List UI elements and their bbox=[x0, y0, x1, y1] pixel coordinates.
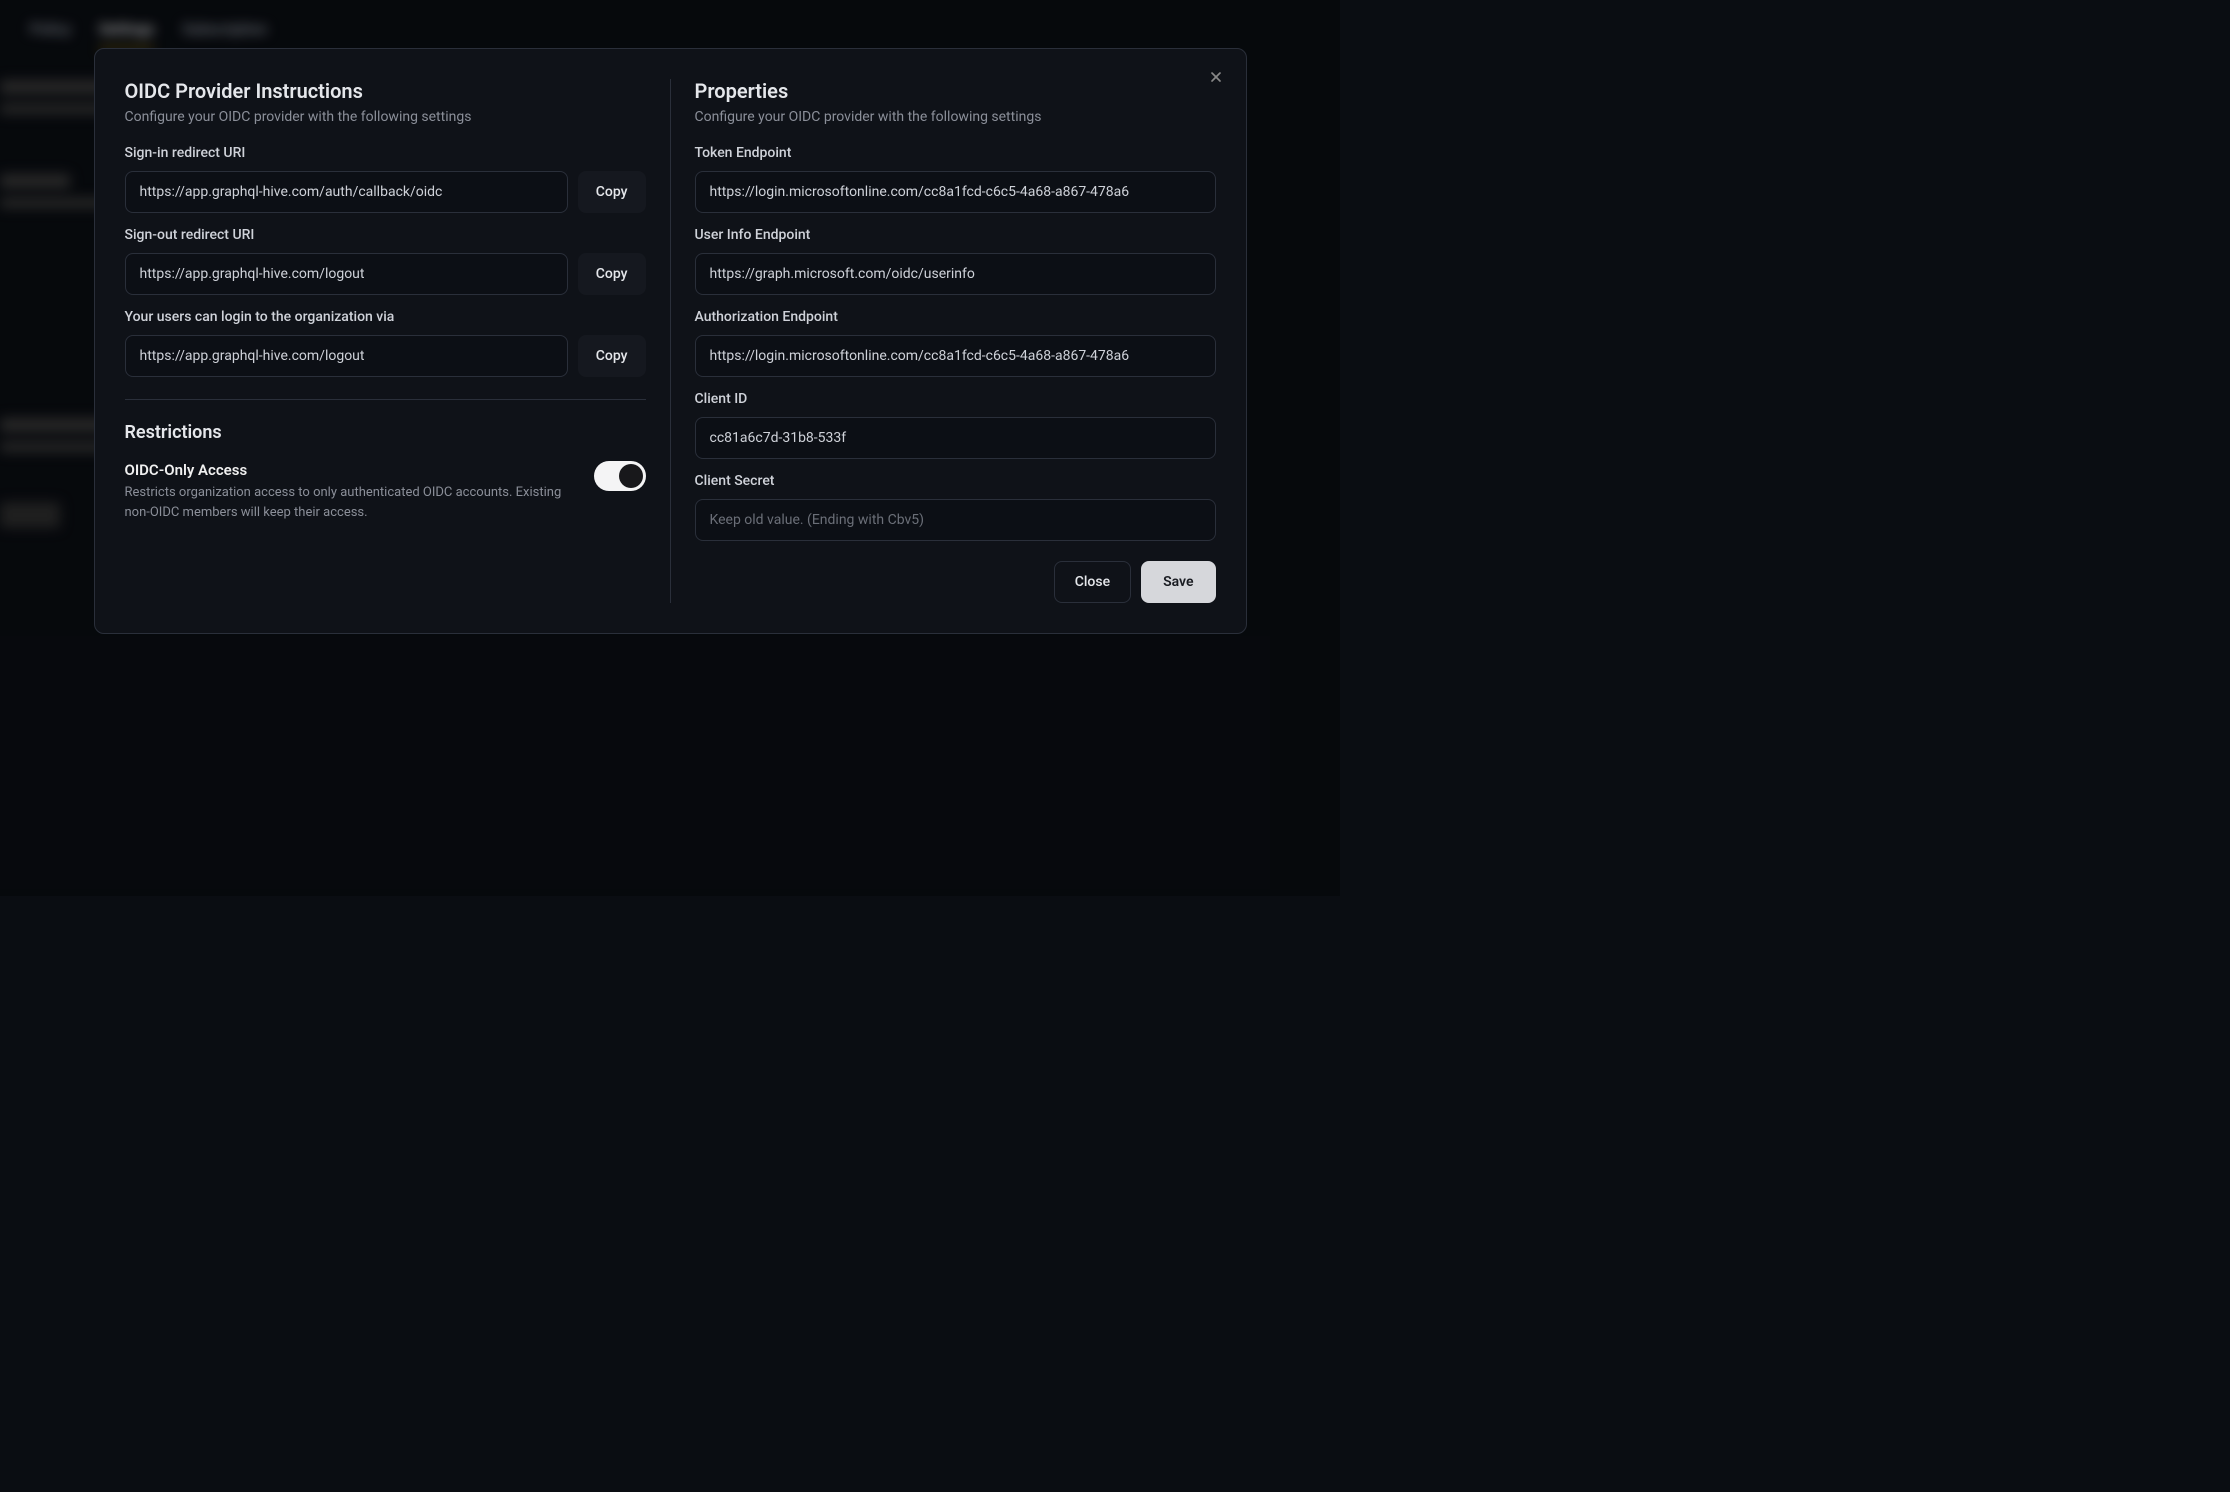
instructions-subtitle: Configure your OIDC provider with the fo… bbox=[125, 109, 646, 125]
properties-title: Properties bbox=[695, 79, 1216, 103]
oidc-only-name: OIDC-Only Access bbox=[125, 461, 578, 479]
token-endpoint-label: Token Endpoint bbox=[695, 145, 1216, 161]
signout-uri-input[interactable] bbox=[125, 253, 568, 295]
copy-loginvia-button[interactable]: Copy bbox=[578, 335, 646, 377]
signin-uri-label: Sign-in redirect URI bbox=[125, 145, 646, 161]
signout-uri-label: Sign-out redirect URI bbox=[125, 227, 646, 243]
clientid-input[interactable] bbox=[695, 417, 1216, 459]
divider bbox=[125, 399, 646, 400]
clientid-label: Client ID bbox=[695, 391, 1216, 407]
loginvia-input[interactable] bbox=[125, 335, 568, 377]
clientsecret-label: Client Secret bbox=[695, 473, 1216, 489]
properties-subtitle: Configure your OIDC provider with the fo… bbox=[695, 109, 1216, 125]
restrictions-title: Restrictions bbox=[125, 422, 646, 443]
close-icon[interactable] bbox=[1206, 67, 1226, 87]
loginvia-label: Your users can login to the organization… bbox=[125, 309, 646, 325]
oidc-modal: OIDC Provider Instructions Configure you… bbox=[94, 48, 1247, 634]
token-endpoint-input[interactable] bbox=[695, 171, 1216, 213]
authz-endpoint-label: Authorization Endpoint bbox=[695, 309, 1216, 325]
panel-properties: Properties Configure your OIDC provider … bbox=[671, 79, 1216, 603]
clientsecret-input[interactable] bbox=[695, 499, 1216, 541]
oidc-only-desc: Restricts organization access to only au… bbox=[125, 483, 578, 522]
instructions-title: OIDC Provider Instructions bbox=[125, 79, 646, 103]
signin-uri-input[interactable] bbox=[125, 171, 568, 213]
close-button[interactable]: Close bbox=[1054, 561, 1131, 603]
userinfo-endpoint-label: User Info Endpoint bbox=[695, 227, 1216, 243]
modal-overlay: OIDC Provider Instructions Configure you… bbox=[0, 0, 1340, 896]
copy-signin-button[interactable]: Copy bbox=[578, 171, 646, 213]
authz-endpoint-input[interactable] bbox=[695, 335, 1216, 377]
copy-signout-button[interactable]: Copy bbox=[578, 253, 646, 295]
oidc-only-toggle[interactable] bbox=[594, 461, 646, 491]
save-button[interactable]: Save bbox=[1141, 561, 1215, 603]
panel-instructions: OIDC Provider Instructions Configure you… bbox=[125, 79, 671, 603]
userinfo-endpoint-input[interactable] bbox=[695, 253, 1216, 295]
